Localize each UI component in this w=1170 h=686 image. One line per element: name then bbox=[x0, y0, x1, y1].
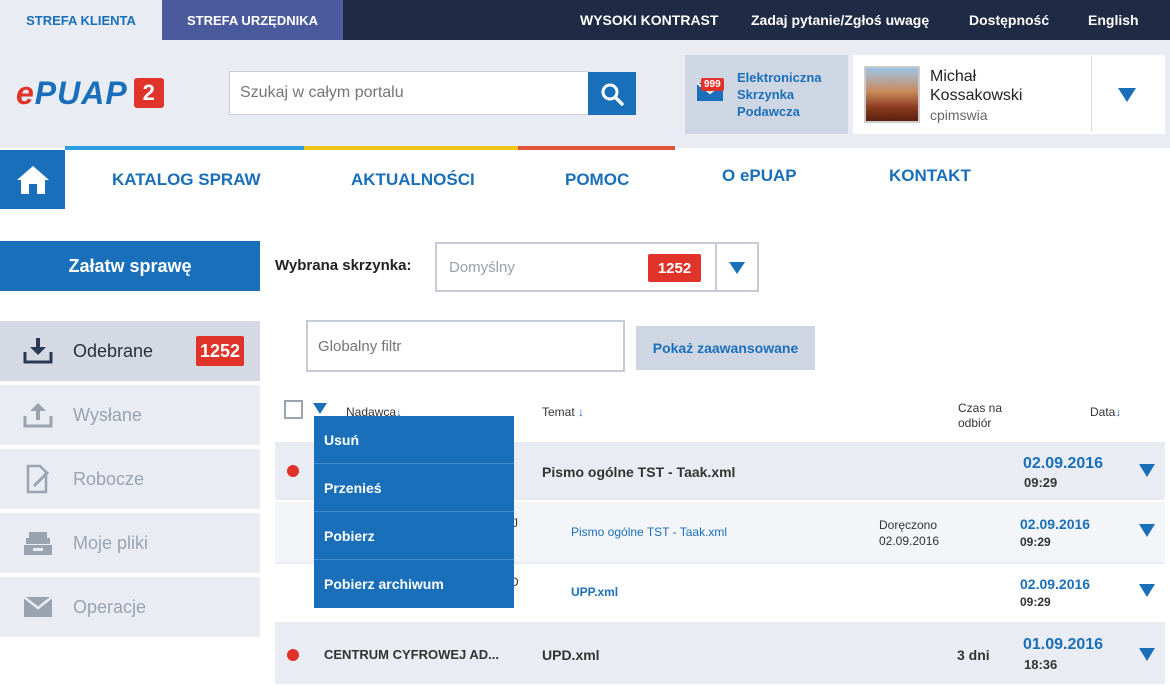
row-status: Doręczono 02.09.2016 bbox=[879, 518, 940, 548]
row-date: 02.09.2016 bbox=[1020, 516, 1091, 532]
mailbox-label: Wybrana skrzynka: bbox=[275, 257, 412, 274]
divider bbox=[1091, 57, 1092, 132]
divider bbox=[715, 244, 717, 290]
user-login: cpimswia bbox=[930, 107, 988, 123]
bulk-actions-menu: Usuń Przenieś Pobierz Pobierz archiwum bbox=[314, 416, 514, 608]
search-input[interactable] bbox=[229, 71, 589, 115]
expand-chevron-down-icon[interactable] bbox=[1139, 584, 1155, 597]
sidebar-item-drafts[interactable]: Robocze bbox=[0, 449, 260, 511]
menu-item-delete[interactable]: Usuń bbox=[314, 416, 514, 464]
row-sender: CENTRUM CYFROWEJ AD... bbox=[324, 647, 500, 662]
select-all-checkbox[interactable] bbox=[284, 400, 303, 419]
row-time-left: 3 dni bbox=[957, 647, 990, 663]
user-panel[interactable]: Michał Kossakowski cpimswia bbox=[853, 55, 1165, 134]
menu-item-download-archive[interactable]: Pobierz archiwum bbox=[314, 560, 514, 608]
row-date: 02.09.2016 bbox=[1023, 455, 1104, 472]
row-subject: Pismo ogólne TST - Taak.xml bbox=[542, 464, 736, 480]
download-icon bbox=[22, 335, 54, 367]
upload-icon bbox=[22, 399, 54, 431]
logo-badge: 2 bbox=[133, 78, 164, 108]
home-button[interactable] bbox=[0, 150, 65, 209]
col-header-time-left: Czas na odbiór bbox=[958, 401, 1003, 430]
inbox-label: Elektroniczna Skrzynka Podawcza bbox=[737, 70, 822, 119]
expand-chevron-down-icon[interactable] bbox=[1139, 524, 1155, 537]
inbox-esp-button[interactable]: 999 Elektroniczna Skrzynka Podawcza bbox=[685, 55, 848, 134]
nav-o-epuap[interactable]: O ePUAP bbox=[722, 166, 797, 186]
row-time: 18:36 bbox=[1024, 657, 1058, 672]
search-icon bbox=[601, 83, 624, 106]
draft-edit-icon bbox=[22, 463, 54, 495]
sidebar-item-label: Robocze bbox=[73, 468, 145, 489]
received-count-badge: 1252 bbox=[196, 336, 244, 366]
sidebar-item-label: Wysłane bbox=[73, 404, 142, 425]
sidebar-item-received[interactable]: Odebrane 1252 bbox=[0, 321, 260, 383]
show-advanced-button[interactable]: Pokaż zaawansowane bbox=[636, 326, 815, 370]
sidebar-item-label: Moje pliki bbox=[73, 532, 149, 553]
sidebar-item-operations[interactable]: Operacje bbox=[0, 577, 260, 639]
sidebar-item-label: Operacje bbox=[73, 596, 147, 617]
chevron-down-icon[interactable] bbox=[729, 262, 745, 274]
expand-chevron-down-icon[interactable] bbox=[1139, 648, 1155, 661]
english-link[interactable]: English bbox=[1088, 0, 1139, 40]
search-button[interactable] bbox=[588, 72, 636, 115]
row-attachment-link[interactable]: Pismo ogólne TST - Taak.xml bbox=[571, 525, 727, 539]
mailbox-select[interactable]: Domyślny 1252 bbox=[435, 242, 759, 292]
tab-client-zone[interactable]: STREFA KLIENTA bbox=[0, 0, 162, 40]
accessibility-link[interactable]: Dostępność bbox=[969, 0, 1049, 40]
epuap-logo[interactable]: ePUAP 2 bbox=[16, 74, 164, 111]
logo-text: ePUAP bbox=[16, 74, 128, 111]
high-contrast-link[interactable]: WYSOKI KONTRAST bbox=[580, 0, 718, 40]
mailbox-value: Domyślny bbox=[449, 259, 515, 276]
row-time: 09:29 bbox=[1024, 475, 1058, 490]
row-time: 09:29 bbox=[1020, 595, 1051, 609]
row-subject: UPD.xml bbox=[542, 647, 600, 663]
home-icon bbox=[16, 165, 49, 194]
files-tray-icon bbox=[22, 527, 54, 559]
row-time: 09:29 bbox=[1020, 535, 1051, 549]
row-attachment-link[interactable]: UPP.xml bbox=[571, 585, 618, 599]
global-filter-input[interactable] bbox=[306, 320, 625, 372]
inbox-badge: 999 bbox=[701, 78, 724, 91]
sidebar-item-sent[interactable]: Wysłane bbox=[0, 385, 260, 447]
nav-katalog-spraw[interactable]: KATALOG SPRAW bbox=[112, 170, 261, 190]
tab-official-zone[interactable]: STREFA URZĘDNIKA bbox=[162, 0, 343, 40]
bulk-actions-chevron-down-icon[interactable] bbox=[313, 403, 327, 414]
user-name: Michał Kossakowski bbox=[930, 68, 1023, 104]
expand-chevron-down-icon[interactable] bbox=[1139, 464, 1155, 477]
avatar bbox=[864, 66, 920, 123]
sidebar-item-my-files[interactable]: Moje pliki bbox=[0, 513, 260, 575]
col-header-date[interactable]: Data↓ bbox=[1090, 405, 1121, 419]
row-date: 02.09.2016 bbox=[1020, 576, 1091, 592]
ask-question-link[interactable]: Zadaj pytanie/Zgłoś uwagę bbox=[751, 0, 929, 40]
envelope-icon bbox=[22, 591, 54, 623]
sidebar-item-label: Odebrane bbox=[73, 340, 154, 361]
table-row[interactable]: CENTRUM CYFROWEJ AD... UPD.xml 3 dni 01.… bbox=[275, 624, 1165, 686]
menu-item-download[interactable]: Pobierz bbox=[314, 512, 514, 560]
handle-case-button[interactable]: Załatw sprawę bbox=[0, 241, 260, 291]
nav-kontakt[interactable]: KONTAKT bbox=[889, 166, 971, 186]
nav-pomoc[interactable]: POMOC bbox=[565, 170, 629, 190]
nav-aktualnosci[interactable]: AKTUALNOŚCI bbox=[351, 170, 475, 190]
col-header-subject[interactable]: Temat ↓ bbox=[542, 405, 584, 419]
unread-indicator-icon bbox=[287, 465, 299, 477]
menu-item-move[interactable]: Przenieś bbox=[314, 464, 514, 512]
row-date: 01.09.2016 bbox=[1023, 636, 1104, 653]
user-menu-chevron-down-icon[interactable] bbox=[1118, 88, 1136, 102]
mailbox-count-badge: 1252 bbox=[648, 254, 701, 282]
unread-indicator-icon bbox=[287, 649, 299, 661]
